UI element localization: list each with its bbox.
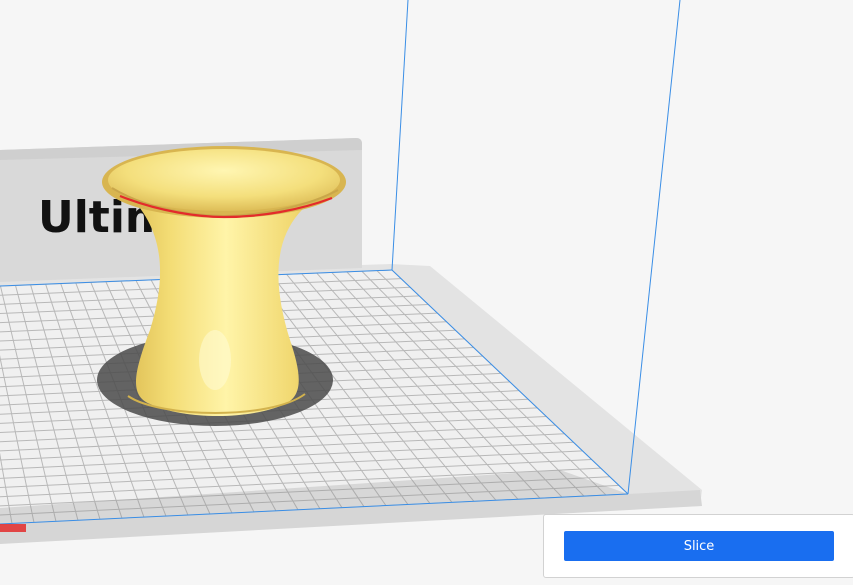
- action-panel: Slice: [543, 514, 853, 578]
- 3d-viewport[interactable]: Ultim: [0, 0, 853, 585]
- origin-marker: [0, 524, 26, 532]
- slice-button[interactable]: Slice: [564, 531, 834, 561]
